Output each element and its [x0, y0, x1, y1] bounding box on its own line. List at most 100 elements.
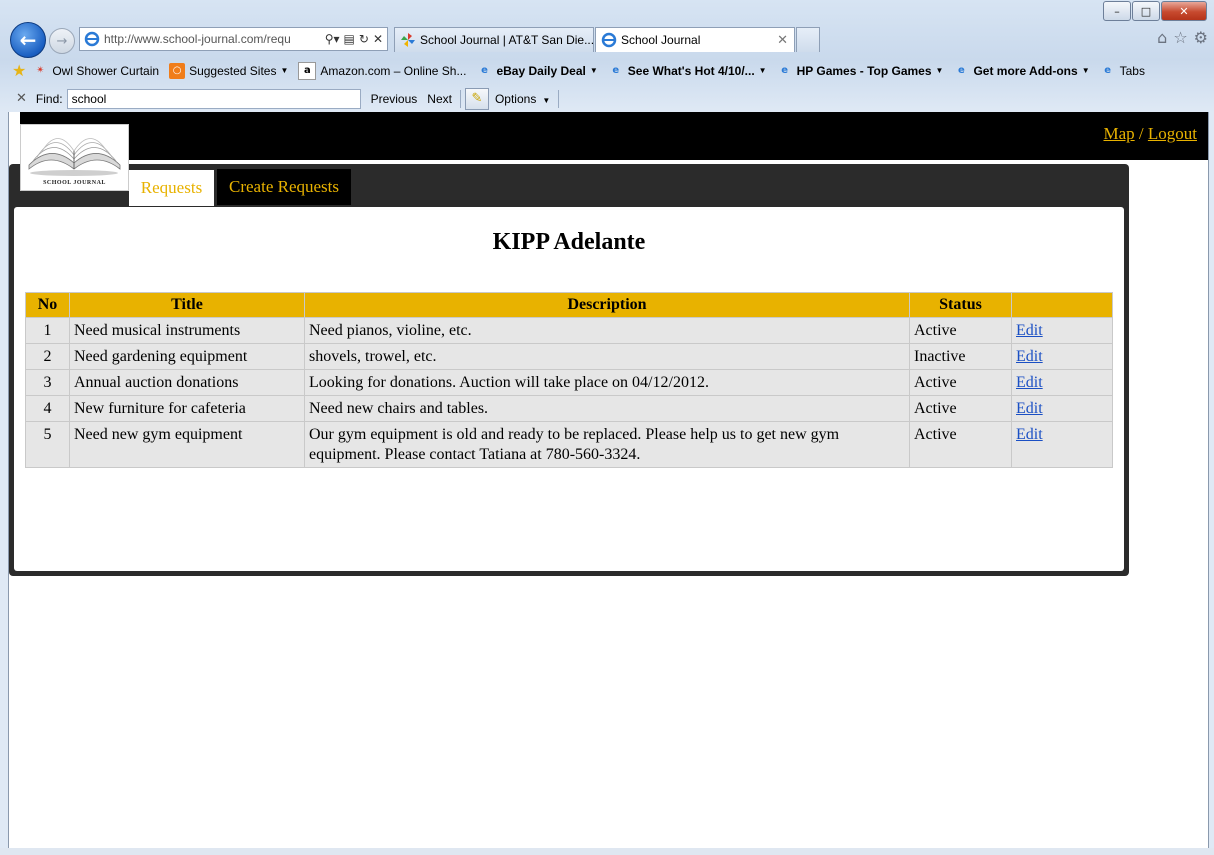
site-header: Map / Logout — [20, 112, 1208, 160]
cell-status: Active — [909, 317, 1012, 344]
find-input[interactable] — [66, 88, 361, 109]
compatibility-icon[interactable]: ▤ — [344, 32, 355, 46]
edit-link[interactable]: Edit — [1016, 374, 1043, 391]
divider — [459, 89, 461, 108]
stop-icon[interactable]: ✕ — [373, 32, 383, 46]
cell-title: Need musical instruments — [69, 317, 305, 344]
ie-page-icon — [601, 32, 617, 48]
close-tab-icon[interactable]: ✕ — [777, 33, 788, 48]
favorite-label: See What's Hot 4/10/... — [627, 63, 755, 78]
favorite-owl-shower-curtain[interactable]: ✴ Owl Shower Curtain — [32, 63, 159, 79]
cell-action: Edit — [1011, 317, 1113, 344]
edit-link[interactable]: Edit — [1016, 426, 1043, 443]
chevron-down-icon: ▼ — [935, 66, 944, 75]
cell-title: New furniture for cafeteria — [69, 395, 305, 422]
favorite-hp-games[interactable]: e HP Games - Top Games ▼ — [777, 63, 944, 79]
favorite-label: Tabs — [1119, 63, 1145, 78]
find-options-button[interactable]: Options ▼ — [495, 92, 550, 106]
arrow-right-icon: → — [56, 33, 68, 49]
column-header-description: Description — [304, 292, 910, 318]
favorite-label: Owl Shower Curtain — [52, 63, 160, 78]
open-book-icon — [28, 138, 121, 176]
back-button[interactable]: ← — [10, 22, 46, 58]
forward-button[interactable]: → — [49, 28, 75, 54]
new-tab-button[interactable] — [796, 27, 820, 52]
favorite-label: Suggested Sites — [189, 63, 277, 78]
requests-table: No Title Description Status 1 Need music… — [25, 292, 1113, 468]
find-options-label: Options — [494, 91, 537, 106]
cell-title: Need new gym equipment — [69, 421, 305, 468]
favorite-see-whats-hot[interactable]: e See What's Hot 4/10/... ▼ — [608, 63, 766, 79]
edit-link[interactable]: Edit — [1016, 400, 1043, 417]
browser-tab-1[interactable]: School Journal | AT&T San Die... — [394, 27, 594, 52]
ie-page-icon: e — [958, 65, 965, 76]
suggested-sites-icon: ○ — [169, 62, 186, 79]
gear-icon[interactable]: ⚙ — [1194, 28, 1208, 47]
school-journal-logo[interactable]: SCHOOL JOURNAL — [20, 124, 129, 191]
browser-tab-2[interactable]: School Journal ✕ — [595, 27, 795, 52]
address-bar[interactable]: http://www.school-journal.com/requ ⚲▾ ▤ … — [79, 27, 388, 51]
find-previous-button[interactable]: Previous — [371, 92, 418, 106]
map-link[interactable]: Map — [1103, 124, 1134, 143]
column-header-title: Title — [69, 292, 305, 318]
ie-page-icon: e — [612, 65, 620, 76]
browser-tools: ⌂ ☆ ⚙ — [1157, 28, 1208, 47]
refresh-icon[interactable]: ↻ — [359, 32, 369, 46]
find-next-button[interactable]: Next — [427, 92, 452, 106]
content-area: KIPP Adelante No Title Description Statu… — [14, 207, 1124, 571]
edit-link[interactable]: Edit — [1016, 322, 1043, 339]
edit-link[interactable]: Edit — [1016, 348, 1043, 365]
favorites-star-icon[interactable]: ☆ — [1173, 28, 1187, 47]
find-bar: ✕ Find: Previous Next ✎ Options ▼ — [0, 85, 1214, 112]
cell-action: Edit — [1011, 369, 1113, 396]
highlight-icon[interactable]: ✎ — [464, 87, 489, 110]
browser-tab-2-title: School Journal — [621, 33, 701, 47]
chevron-down-icon: ▼ — [589, 66, 598, 75]
browser-window: – □ ✕ ← → http://www.school-journal.com/… — [0, 0, 1214, 855]
cell-description: Looking for donations. Auction will take… — [304, 369, 910, 396]
home-icon[interactable]: ⌂ — [1157, 28, 1167, 47]
close-find-icon[interactable]: ✕ — [16, 91, 27, 106]
maximize-button[interactable]: □ — [1132, 1, 1160, 21]
arrow-left-icon: ← — [19, 28, 37, 52]
search-icon[interactable]: ⚲▾ — [325, 32, 340, 46]
favorite-amazon[interactable]: a Amazon.com – Online Sh... — [298, 61, 467, 80]
table-row: 3 Annual auction donations Looking for d… — [25, 369, 1113, 396]
ie-page-icon — [84, 31, 100, 47]
table-row: 2 Need gardening equipment shovels, trow… — [25, 343, 1113, 370]
header-links: Map / Logout — [1103, 124, 1197, 144]
cell-title: Annual auction donations — [69, 369, 305, 396]
address-url[interactable]: http://www.school-journal.com/requ — [104, 32, 325, 46]
favorite-ebay-daily-deal[interactable]: e eBay Daily Deal ▼ — [476, 63, 598, 79]
logo-caption: SCHOOL JOURNAL — [43, 180, 106, 186]
minimize-button[interactable]: – — [1103, 1, 1131, 21]
table-row: 1 Need musical instruments Need pianos, … — [25, 317, 1113, 344]
tab-requests[interactable]: Requests — [129, 170, 214, 206]
favorites-bar: ★ ✴ Owl Shower Curtain ○ Suggested Sites ▼ … — [0, 57, 1214, 84]
cell-action: Edit — [1011, 395, 1113, 422]
favorite-tabs[interactable]: e Tabs — [1100, 63, 1145, 79]
chevron-down-icon: ▼ — [542, 95, 551, 105]
close-window-button[interactable]: ✕ — [1161, 1, 1207, 21]
chevron-down-icon: ▼ — [280, 66, 289, 75]
chevron-down-icon: ▼ — [1081, 66, 1090, 75]
favorite-label: Amazon.com – Online Sh... — [320, 63, 467, 78]
cell-status: Active — [909, 421, 1012, 468]
main-panel: Requests Create Requests KIPP Adelante N… — [9, 164, 1129, 576]
ie-page-icon: e — [481, 65, 488, 76]
link-separator: / — [1138, 124, 1144, 143]
table-row: 5 Need new gym equipment Our gym equipme… — [25, 421, 1113, 468]
amazon-icon: a — [298, 61, 317, 80]
favorite-suggested-sites[interactable]: ○ Suggested Sites ▼ — [169, 62, 289, 79]
cell-description: Our gym equipment is old and ready to be… — [304, 421, 910, 468]
logout-link[interactable]: Logout — [1148, 124, 1197, 143]
status-bar — [0, 848, 1214, 855]
column-header-action — [1011, 292, 1113, 318]
cell-action: Edit — [1011, 421, 1113, 468]
favorites-add-icon[interactable]: ★ — [12, 61, 26, 81]
tab-create-requests[interactable]: Create Requests — [217, 169, 351, 205]
favorite-get-more-addons[interactable]: e Get more Add-ons ▼ — [953, 63, 1090, 79]
cell-no: 1 — [25, 317, 70, 344]
window-controls: – □ ✕ — [1102, 1, 1207, 21]
pinwheel-icon — [401, 33, 415, 47]
